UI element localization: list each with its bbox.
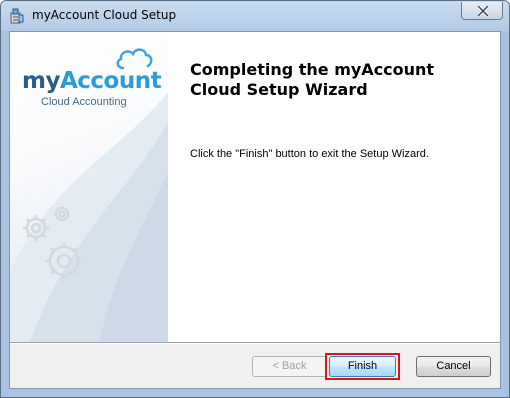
wizard-client-area: myAccount Cloud Accounting Completing th… [9, 31, 501, 389]
installer-app-icon [9, 8, 25, 24]
finish-button[interactable]: Finish [329, 356, 396, 377]
logo-subtitle: Cloud Accounting [41, 96, 127, 108]
logo-my: my [22, 68, 60, 94]
setup-window: myAccount Cloud Setup myAccount Cloud Ac… [0, 0, 510, 398]
wizard-content-panel: Completing the myAccount Cloud Setup Wiz… [168, 32, 500, 342]
logo-account: Account [59, 68, 162, 94]
wizard-side-banner: myAccount Cloud Accounting [10, 32, 168, 342]
back-button[interactable]: < Back [252, 356, 327, 377]
logo-wordmark: myAccount [22, 68, 162, 94]
instruction-text: Click the "Finish" button to exit the Se… [190, 148, 429, 160]
cancel-button[interactable]: Cancel [416, 356, 491, 377]
gears-icon [23, 206, 82, 279]
title-bar[interactable]: myAccount Cloud Setup [1, 1, 509, 31]
close-icon [477, 6, 489, 16]
page-title: Completing the myAccount Cloud Setup Wiz… [190, 60, 435, 99]
close-button[interactable] [461, 2, 503, 20]
button-separator [10, 342, 500, 344]
window-title: myAccount Cloud Setup [32, 8, 177, 22]
